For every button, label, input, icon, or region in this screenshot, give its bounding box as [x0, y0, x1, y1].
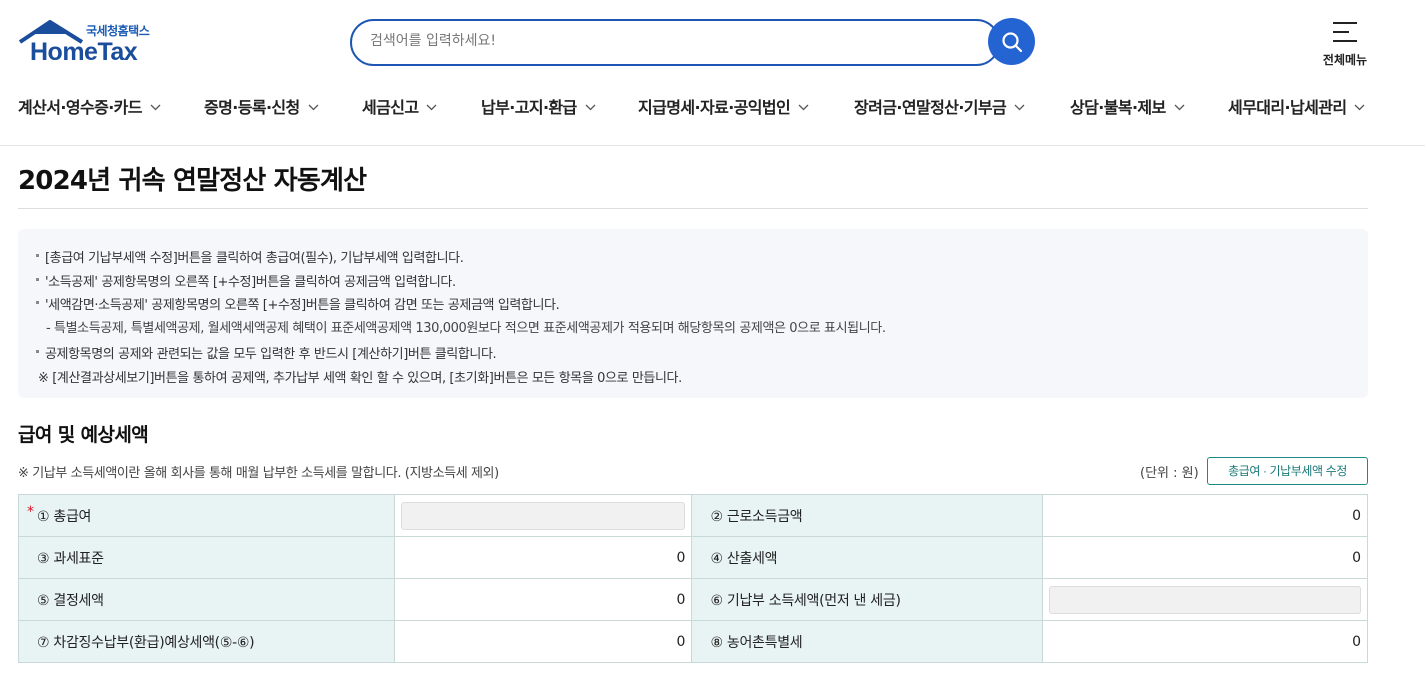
- search-input[interactable]: [370, 33, 950, 49]
- rural-special-tax-label: ⑧ 농어촌특별세: [691, 620, 1043, 663]
- logo-title: HomeTax: [30, 38, 138, 66]
- table-row: ⑤ 결정세액 0 ⑥ 기납부 소득세액(먼저 낸 세금): [17, 578, 1369, 621]
- salary-tax-table: * ① 총급여 ② 근로소득금액 0 ③ 과세표준 0 ④ 산출세액 0 ⑤ 결정…: [17, 494, 1369, 663]
- total-salary-label: * ① 총급여: [17, 494, 396, 537]
- notice-item: '소득공제' 공제항목명의 오른쪽 [+수정]버튼을 클릭하여 공제금액 입력합…: [36, 271, 456, 290]
- notice-item: '세액감면·소득공제' 공제항목명의 오른쪽 [+수정]버튼을 클릭하여 감면 …: [36, 294, 560, 313]
- table-row: ⑦ 차감징수납부(환급)예상세액(⑤-⑥) 0 ⑧ 농어촌특별세 0: [17, 620, 1369, 663]
- earned-income-label: ② 근로소득금액: [691, 494, 1043, 537]
- cell-label: ① 총급여: [37, 508, 92, 525]
- nav-label: 증명·등록·신청: [204, 98, 300, 117]
- hamburger-icon: [1333, 22, 1357, 49]
- expected-tax-label: ⑦ 차감징수납부(환급)예상세액(⑤-⑥): [17, 620, 396, 663]
- table-row: ③ 과세표준 0 ④ 산출세액 0: [17, 536, 1369, 579]
- nav-item-statement[interactable]: 지급명세·자료·공익법인: [638, 94, 809, 118]
- chevron-down-icon: [798, 104, 809, 111]
- nav-item-certificate[interactable]: 증명·등록·신청: [204, 94, 319, 118]
- chevron-down-icon: [1354, 104, 1365, 111]
- site-header: 국세청홈택스 HomeTax 전체메뉴 계산서·영수증·카드 증명·등록·신청 …: [0, 0, 1425, 146]
- expected-tax-value: 0: [394, 620, 693, 663]
- total-salary-cell: [394, 494, 693, 537]
- prepaid-tax-field[interactable]: [1048, 585, 1361, 614]
- chevron-down-icon: [585, 104, 596, 111]
- notice-text: [총급여 기납부세액 수정]버튼을 클릭하여 총급여(필수), 기납부세액 입력…: [45, 251, 464, 266]
- notice-subitem: - 특별소득공제, 특별세액공제, 월세액세액공제 혜택이 표준세액공제액 13…: [46, 321, 886, 336]
- notice-item: 공제항목명의 공제와 관련되는 값을 모두 입력한 후 반드시 [계산하기]버튼…: [36, 343, 497, 362]
- unit-label: (단위 : 원): [1140, 466, 1199, 481]
- nav-label: 상담·불복·제보: [1070, 98, 1166, 117]
- all-menu-button[interactable]: 전체메뉴: [1318, 20, 1372, 67]
- nav-label: 세금신고: [362, 98, 419, 117]
- notice-footnote: ※ [계산결과상세보기]버튼을 통하여 공제액, 추가납부 세액 확인 할 수 …: [38, 371, 682, 386]
- notice-text: 공제항목명의 공제와 관련되는 값을 모두 입력한 후 반드시 [계산하기]버튼…: [45, 347, 497, 362]
- notice-text: '세액감면·소득공제' 공제항목명의 오른쪽 [+수정]버튼을 클릭하여 감면 …: [45, 298, 560, 313]
- total-salary-field[interactable]: [401, 501, 686, 530]
- all-menu-label: 전체메뉴: [1322, 53, 1368, 67]
- rural-special-tax-value: 0: [1041, 620, 1369, 663]
- section-description: ※ 기납부 소득세액이란 올해 회사를 통해 매월 납부한 소득세를 말합니다.…: [18, 466, 499, 481]
- nav-item-year-end[interactable]: 장려금·연말정산·기부금: [854, 94, 1025, 118]
- determined-tax-value: 0: [394, 578, 693, 621]
- bullet-icon: [36, 350, 39, 353]
- calculated-tax-value: 0: [1041, 536, 1369, 579]
- nav-item-tax-agent[interactable]: 세무대리·납세관리: [1228, 94, 1365, 118]
- nav-label: 지급명세·자료·공익법인: [638, 98, 791, 117]
- bullet-icon: [36, 278, 39, 281]
- bullet-icon: [36, 254, 39, 257]
- nav-label: 계산서·영수증·카드: [18, 98, 143, 117]
- hometax-logo[interactable]: 국세청홈택스 HomeTax: [18, 20, 168, 66]
- page-title: 2024년 귀속 연말정산 자동계산: [18, 166, 367, 196]
- nav-item-payment[interactable]: 납부·고지·환급: [481, 94, 596, 118]
- bullet-icon: [36, 301, 39, 304]
- required-mark: *: [27, 503, 34, 520]
- tax-base-label: ③ 과세표준: [17, 536, 396, 579]
- chevron-down-icon: [308, 104, 319, 111]
- earned-income-value: 0: [1041, 494, 1369, 537]
- notice-box: [총급여 기납부세액 수정]버튼을 클릭하여 총급여(필수), 기납부세액 입력…: [18, 229, 1368, 398]
- chevron-down-icon: [1014, 104, 1025, 111]
- search-icon: [1001, 31, 1022, 52]
- calculated-tax-label: ④ 산출세액: [691, 536, 1043, 579]
- nav-label: 세무대리·납세관리: [1228, 98, 1347, 117]
- nav-label: 장려금·연말정산·기부금: [854, 98, 1007, 117]
- search-box: [350, 19, 1000, 66]
- nav-item-consult[interactable]: 상담·불복·제보: [1070, 94, 1185, 118]
- chevron-down-icon: [427, 104, 437, 111]
- determined-tax-label: ⑤ 결정세액: [17, 578, 396, 621]
- nav-item-tax-filing[interactable]: 세금신고: [362, 94, 437, 118]
- edit-salary-tax-button[interactable]: 총급여 · 기납부세액 수정: [1207, 457, 1368, 485]
- chevron-down-icon: [1174, 104, 1185, 111]
- section-title: 급여 및 예상세액: [18, 424, 149, 446]
- table-row: * ① 총급여 ② 근로소득금액 0: [17, 494, 1369, 537]
- notice-item: [총급여 기납부세액 수정]버튼을 클릭하여 총급여(필수), 기납부세액 입력…: [36, 247, 464, 266]
- chevron-down-icon: [150, 104, 161, 111]
- prepaid-tax-cell: [1041, 578, 1369, 621]
- notice-text: '소득공제' 공제항목명의 오른쪽 [+수정]버튼을 클릭하여 공제금액 입력합…: [45, 275, 456, 290]
- divider: [18, 208, 1368, 209]
- tax-base-value: 0: [394, 536, 693, 579]
- nav-item-invoice[interactable]: 계산서·영수증·카드: [18, 94, 161, 118]
- prepaid-tax-label: ⑥ 기납부 소득세액(먼저 낸 세금): [691, 578, 1043, 621]
- search-button[interactable]: [988, 18, 1035, 65]
- nav-label: 납부·고지·환급: [481, 98, 577, 117]
- logo-subtitle: 국세청홈택스: [86, 24, 150, 38]
- main-navigation: 계산서·영수증·카드 증명·등록·신청 세금신고 납부·고지·환급 지급명세·자…: [0, 94, 1425, 120]
